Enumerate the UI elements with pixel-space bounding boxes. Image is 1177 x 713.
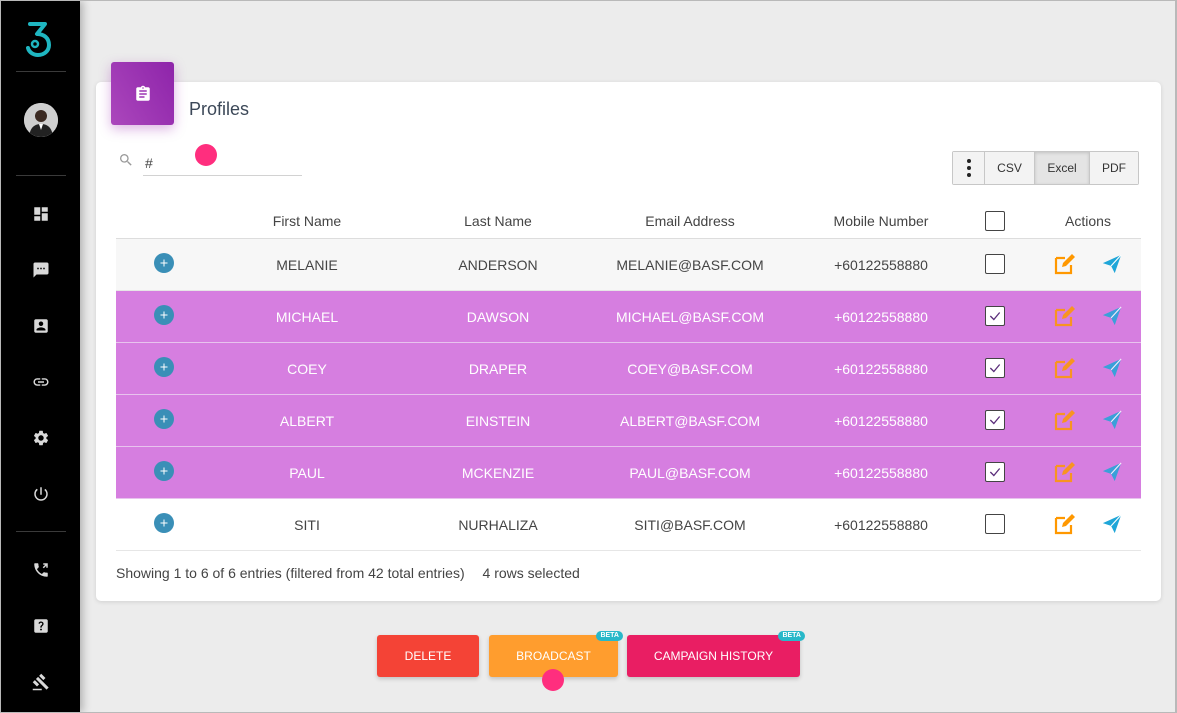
table-header: First Name Last Name Email Address Mobil… (116, 203, 1141, 239)
send-icon[interactable] (1101, 253, 1123, 275)
clipboard-icon (135, 85, 150, 101)
expand-row-icon[interactable] (154, 409, 174, 429)
last-name-cell: EINSTEIN (465, 413, 531, 429)
column-header-mobile[interactable]: Mobile Number (834, 213, 929, 229)
campaign-history-button[interactable]: CAMPAIGN HISTORY BETA (627, 631, 805, 677)
profiles-table: First Name Last Name Email Address Mobil… (116, 203, 1141, 551)
delete-button[interactable]: DELETE (377, 635, 479, 677)
pdf-button[interactable]: PDF (1090, 152, 1138, 184)
expand-row-icon[interactable] (154, 357, 174, 377)
mobile-cell: +60122558880 (834, 257, 928, 273)
first-name-cell: PAUL (289, 465, 325, 481)
gavel-icon[interactable] (31, 672, 51, 692)
card-header-badge (111, 62, 174, 125)
edit-icon[interactable] (1053, 305, 1077, 327)
chat-icon[interactable] (31, 260, 51, 280)
selection-info: 4 rows selected (482, 565, 580, 581)
last-name-cell: NURHALIZA (458, 517, 538, 533)
email-cell: COEY@BASF.COM (627, 361, 753, 377)
phone-icon[interactable] (31, 560, 51, 580)
last-name-cell: DRAPER (468, 361, 528, 377)
select-all-checkbox[interactable] (985, 211, 1005, 231)
sidebar-divider (16, 531, 66, 532)
beta-badge: BETA (596, 631, 623, 641)
row-checkbox[interactable] (985, 514, 1005, 534)
first-name-cell: COEY (287, 361, 327, 377)
table-info: Showing 1 to 6 of 6 entries (filtered fr… (116, 565, 580, 581)
send-icon[interactable] (1101, 513, 1123, 535)
csv-button[interactable]: CSV (985, 152, 1035, 184)
help-icon[interactable] (31, 616, 51, 636)
row-checkbox[interactable] (985, 410, 1005, 430)
dashboard-icon[interactable] (31, 204, 51, 224)
email-cell: PAUL@BASF.COM (629, 465, 751, 481)
edit-icon[interactable] (1053, 409, 1077, 431)
column-header-email[interactable]: Email Address (645, 213, 734, 229)
send-icon[interactable] (1101, 305, 1123, 327)
link-icon[interactable] (31, 372, 51, 392)
row-checkbox[interactable] (985, 358, 1005, 378)
entries-info: Showing 1 to 6 of 6 entries (filtered fr… (116, 565, 465, 581)
table-row[interactable]: COEY DRAPER COEY@BASF.COM +60122558880 (116, 343, 1141, 395)
email-cell: ALBERT@BASF.COM (620, 413, 760, 429)
mobile-cell: +60122558880 (834, 413, 928, 429)
expand-row-icon[interactable] (154, 253, 174, 273)
table-row[interactable]: MICHAEL DAWSON MICHAEL@BASF.COM +6012255… (116, 291, 1141, 343)
sidebar-divider (16, 71, 66, 72)
avatar[interactable] (24, 103, 58, 137)
beta-badge: BETA (778, 631, 805, 641)
search-icon (118, 152, 134, 168)
row-checkbox[interactable] (985, 306, 1005, 326)
first-name-cell: MELANIE (276, 257, 338, 273)
touch-indicator (542, 669, 564, 691)
mobile-cell: +60122558880 (834, 465, 928, 481)
first-name-cell: MICHAEL (275, 309, 339, 325)
last-name-cell: DAWSON (466, 309, 530, 325)
brand-logo[interactable] (25, 19, 53, 57)
campaign-history-label: CAMPAIGN HISTORY (653, 649, 774, 663)
mobile-cell: +60122558880 (834, 309, 928, 325)
row-checkbox[interactable] (985, 462, 1005, 482)
export-button-group: CSV Excel PDF (952, 151, 1139, 185)
column-header-last-name[interactable]: Last Name (464, 213, 532, 229)
email-cell: SITI@BASF.COM (634, 517, 746, 533)
touch-indicator (195, 144, 217, 166)
page-title: Profiles (189, 99, 250, 119)
edit-icon[interactable] (1053, 357, 1077, 379)
send-icon[interactable] (1101, 461, 1123, 483)
expand-row-icon[interactable] (154, 461, 174, 481)
excel-button[interactable]: Excel (1035, 152, 1090, 184)
search-input[interactable] (143, 146, 302, 176)
last-name-cell: MCKENZIE (461, 465, 535, 481)
expand-row-icon[interactable] (154, 305, 174, 325)
table-row[interactable]: SITI NURHALIZA SITI@BASF.COM +6012255888… (116, 499, 1141, 551)
gear-icon[interactable] (31, 428, 51, 448)
table-row[interactable]: PAUL MCKENZIE PAUL@BASF.COM +60122558880 (116, 447, 1141, 499)
email-cell: MICHAEL@BASF.COM (615, 309, 765, 325)
table-row[interactable]: ALBERT EINSTEIN ALBERT@BASF.COM +6012255… (116, 395, 1141, 447)
row-checkbox[interactable] (985, 254, 1005, 274)
column-header-actions: Actions (1065, 213, 1111, 229)
edit-icon[interactable] (1053, 513, 1077, 535)
mobile-cell: +60122558880 (834, 517, 928, 533)
sidebar-divider (16, 175, 66, 176)
broadcast-label: BROADCAST (516, 649, 591, 663)
first-name-cell: ALBERT (279, 413, 335, 429)
send-icon[interactable] (1101, 357, 1123, 379)
more-vertical-icon[interactable] (953, 152, 985, 184)
expand-row-icon[interactable] (154, 513, 174, 533)
table-row[interactable]: MELANIE ANDERSON MELANIE@BASF.COM +60122… (116, 239, 1141, 291)
first-name-cell: SITI (294, 517, 320, 533)
power-icon[interactable] (31, 484, 51, 504)
last-name-cell: ANDERSON (458, 257, 538, 273)
sidebar (1, 1, 80, 712)
mobile-cell: +60122558880 (834, 361, 928, 377)
email-cell: MELANIE@BASF.COM (616, 257, 764, 273)
column-header-first-name[interactable]: First Name (273, 213, 341, 229)
edit-icon[interactable] (1053, 461, 1077, 483)
send-icon[interactable] (1101, 409, 1123, 431)
edit-icon[interactable] (1053, 253, 1077, 275)
contact-card-icon[interactable] (31, 316, 51, 336)
